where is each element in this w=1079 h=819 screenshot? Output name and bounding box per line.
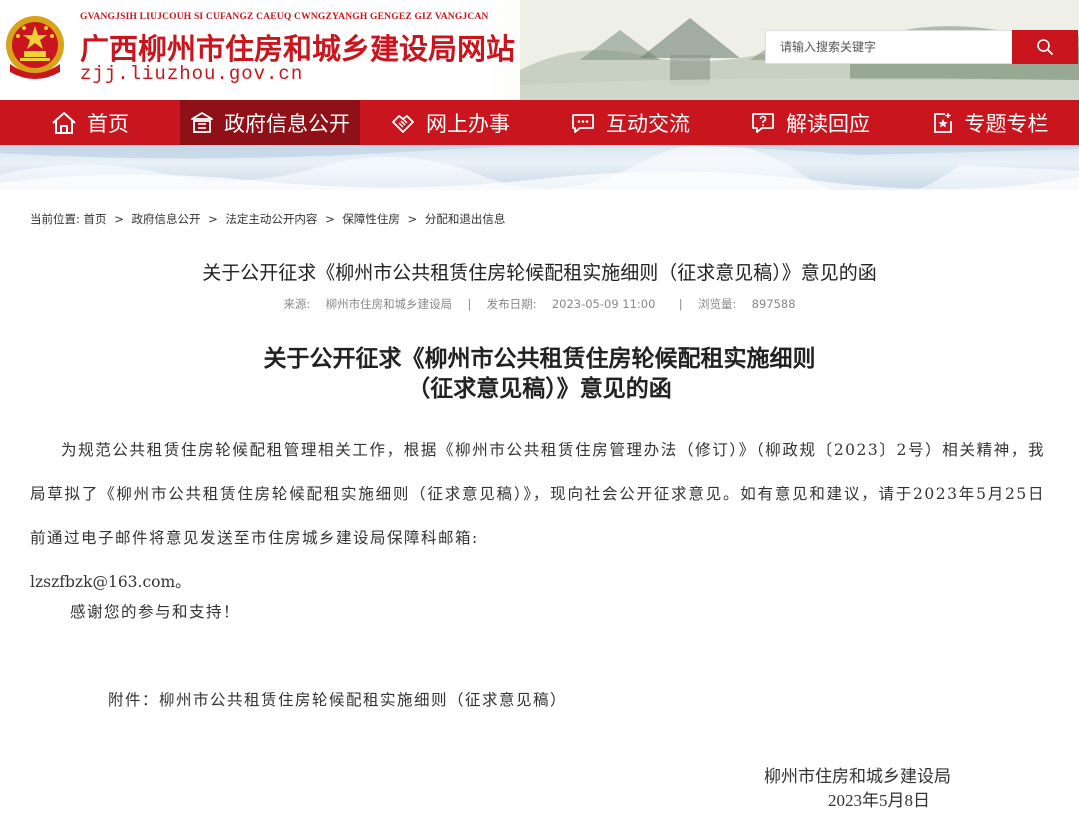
breadcrumb-item[interactable]: 分配和退出信息 xyxy=(425,212,506,226)
nav-special-topics-label: 专题专栏 xyxy=(964,111,1049,136)
breadcrumb-separator: > xyxy=(325,212,335,226)
breadcrumb-item[interactable]: 政府信息公开 xyxy=(131,212,200,226)
thanks-text: 感谢您的参与和支持！ xyxy=(70,603,241,621)
source-value: 柳州市住房和城乡建设局 xyxy=(325,297,453,311)
nav-gov-info-label: 政府信息公开 xyxy=(224,111,350,136)
nav-online-service[interactable]: 网上办事 xyxy=(360,100,540,145)
site-name-pinyin: GVANGJSIH LIUJCOUH SI CUFANGZ CAEUQ CWNG… xyxy=(80,12,489,22)
nav-home[interactable]: 首页 xyxy=(0,100,180,145)
date-label: 发布日期: xyxy=(486,297,537,311)
chat-icon xyxy=(572,113,594,133)
site-domain: zjj.liuzhou.gov.cn xyxy=(80,63,304,85)
document-title-line: 关于公开征求《柳州市公共租赁住房轮候配租实施细则 xyxy=(263,345,816,372)
signature-date: 2023年5月8日 xyxy=(828,791,930,810)
home-icon xyxy=(52,111,76,134)
search-bar xyxy=(765,30,1078,64)
nav-interaction-label: 互动交流 xyxy=(606,111,690,136)
date-value: 2023-05-09 11:00 xyxy=(551,297,656,311)
signature-org: 柳州市住房和城乡建设局 xyxy=(764,767,951,787)
decorative-banner xyxy=(0,145,1079,190)
building-icon xyxy=(191,111,213,133)
document-title: 关于公开征求《柳州市公共租赁住房轮候配租实施细则 （征求意见稿）》意见的函 xyxy=(0,344,1079,404)
breadcrumb: 当前位置: 首页 > 政府信息公开 > 法定主动公开内容 > 保障性住房 > 分… xyxy=(30,211,505,227)
nav-interaction[interactable]: 互动交流 xyxy=(540,100,720,145)
nav-interpretation[interactable]: 解读回应 xyxy=(720,100,900,145)
nav-home-label: 首页 xyxy=(87,111,129,136)
search-icon xyxy=(1037,39,1053,55)
breadcrumb-separator: > xyxy=(208,212,218,226)
document-body: 为规范公共租赁住房轮候配租管理相关工作，根据《柳州市公共租赁住房管理办法（修订）… xyxy=(30,428,1045,604)
breadcrumb-separator: > xyxy=(114,212,124,226)
meta-divider: | xyxy=(678,297,683,311)
national-emblem-logo xyxy=(4,14,66,80)
nav-special-topics[interactable]: 专题专栏 xyxy=(900,100,1079,145)
search-input[interactable] xyxy=(765,30,1012,64)
nav-gov-info[interactable]: 政府信息公开 xyxy=(180,100,360,145)
handshake-icon xyxy=(392,114,414,133)
breadcrumb-separator: > xyxy=(407,212,418,226)
question-icon xyxy=(752,112,774,133)
search-button[interactable] xyxy=(1012,30,1078,64)
source-label: 来源: xyxy=(283,297,311,311)
meta-divider: | xyxy=(467,297,472,311)
star-doc-icon xyxy=(933,112,952,133)
site-header: GVANGJSIH LIUJCOUH SI CUFANGZ CAEUQ CWNG… xyxy=(0,0,1079,100)
article-title: 关于公开征求《柳州市公共租赁住房轮候配租实施细则（征求意见稿）》意见的函 xyxy=(202,262,877,284)
nav-interpretation-label: 解读回应 xyxy=(786,111,870,136)
document-paragraph: 为规范公共租赁住房轮候配租管理相关工作，根据《柳州市公共租赁住房管理办法（修订）… xyxy=(30,441,1045,547)
views-label: 浏览量: xyxy=(697,297,737,311)
main-nav: 首页 政府信息公开 网上办事 互动交流 解读回应 专题专栏 xyxy=(0,100,1079,145)
contact-email: lzszfbzk@163.com。 xyxy=(30,573,191,591)
breadcrumb-item[interactable]: 法定主动公开内容 xyxy=(225,212,317,226)
breadcrumb-prefix: 当前位置: xyxy=(30,212,80,226)
nav-online-service-label: 网上办事 xyxy=(426,111,510,136)
views-value: 897588 xyxy=(751,297,796,311)
breadcrumb-item[interactable]: 保障性住房 xyxy=(342,212,400,226)
breadcrumb-item[interactable]: 首页 xyxy=(84,212,107,226)
attachment-link[interactable]: 附件：柳州市公共租赁住房轮候配租实施细则（征求意见稿） xyxy=(108,688,567,710)
site-name[interactable]: 广西柳州市住房和城乡建设局网站 xyxy=(80,26,515,68)
document-title-line: （征求意见稿）》意见的函 xyxy=(407,375,672,402)
article-meta: 来源: 柳州市住房和城乡建设局 | 发布日期: 2023-05-09 11:00… xyxy=(0,296,1079,312)
